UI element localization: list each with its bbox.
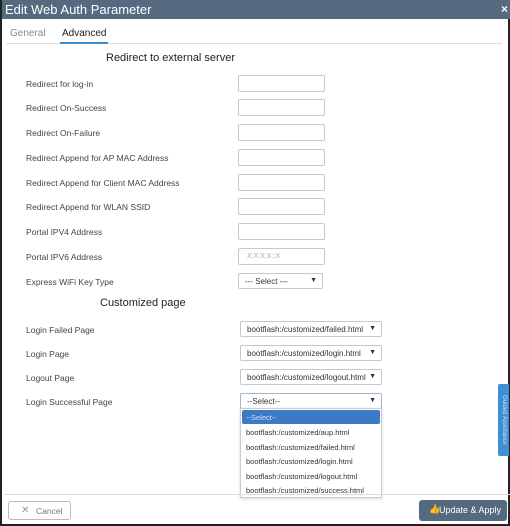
login-failed-page-selected: bootflash:/customized/failed.html: [247, 325, 364, 334]
redirect-wlan-ssid-input[interactable]: [238, 198, 325, 215]
login-page-label: Login Page: [26, 349, 70, 359]
portal-ipv4-label: Portal IPV4 Address: [26, 227, 103, 237]
update-apply-button[interactable]: 👍 Update & Apply: [419, 500, 507, 521]
cancel-button[interactable]: ✕ Cancel: [8, 501, 71, 520]
redirect-login-label: Redirect for log-in: [26, 79, 94, 89]
login-page-selected: bootflash:/customized/login.html: [247, 349, 361, 358]
redirect-client-mac-label: Redirect Append for Client MAC Address: [26, 178, 180, 188]
tab-general[interactable]: General: [10, 28, 46, 39]
dropdown-option-failed[interactable]: bootflash:/customized/failed.html: [242, 440, 380, 454]
logout-page-selected: bootflash:/customized/logout.html: [247, 373, 366, 382]
chevron-down-icon: ▼: [369, 325, 376, 332]
footer-divider: [4, 494, 510, 495]
close-icon: ✕: [21, 505, 30, 516]
dropdown-option-aup[interactable]: bootflash:/customized/aup.html: [242, 425, 380, 439]
portal-ipv6-label: Portal IPV6 Address: [26, 252, 103, 262]
guided-assistance-label: Guided Assistance: [500, 395, 507, 445]
redirect-section-heading: Redirect to external server: [106, 52, 235, 64]
portal-ipv6-input[interactable]: X:X:X:X::X: [238, 248, 325, 265]
redirect-on-success-label: Redirect On-Success: [26, 103, 107, 113]
logout-page-label: Logout Page: [26, 373, 75, 383]
dialog-titlebar: Edit Web Auth Parameter ×: [2, 0, 510, 19]
login-successful-page-selected: --Select--: [247, 397, 280, 406]
login-successful-page-select[interactable]: --Select-- ▼: [240, 393, 382, 409]
dialog-title: Edit Web Auth Parameter: [5, 2, 152, 17]
logout-page-select[interactable]: bootflash:/customized/logout.html ▼: [240, 369, 382, 385]
redirect-ap-mac-label: Redirect Append for AP MAC Address: [26, 153, 169, 163]
dropdown-option-logout[interactable]: bootflash:/customized/logout.html: [242, 469, 380, 483]
express-wifi-key-type-select[interactable]: --- Select --- ▼: [238, 273, 323, 289]
dropdown-option-login[interactable]: bootflash:/customized/login.html: [242, 454, 380, 468]
chevron-down-icon: ▼: [310, 277, 317, 284]
redirect-on-failure-input[interactable]: [238, 124, 325, 141]
redirect-wlan-ssid-label: Redirect Append for WLAN SSID: [26, 202, 151, 212]
express-wifi-key-type-label: Express WiFi Key Type: [26, 277, 114, 287]
close-icon[interactable]: ×: [501, 2, 508, 16]
redirect-on-success-input[interactable]: [238, 99, 325, 116]
redirect-on-failure-label: Redirect On-Failure: [26, 128, 101, 138]
cancel-label: Cancel: [36, 506, 63, 516]
login-page-select[interactable]: bootflash:/customized/login.html ▼: [240, 345, 382, 361]
update-apply-label: Update & Apply: [439, 505, 502, 515]
chevron-down-icon: ▼: [369, 373, 376, 380]
customized-section-heading: Customized page: [100, 297, 186, 309]
redirect-ap-mac-input[interactable]: [238, 149, 325, 166]
express-wifi-selected: --- Select ---: [245, 277, 288, 286]
guided-assistance-tab[interactable]: Guided Assistance: [498, 384, 509, 456]
login-successful-page-label: Login Successful Page: [26, 397, 113, 407]
dropdown-option-select[interactable]: --Select--: [242, 410, 380, 424]
login-failed-page-select[interactable]: bootflash:/customized/failed.html ▼: [240, 321, 382, 337]
login-failed-page-label: Login Failed Page: [26, 325, 95, 335]
portal-ipv4-input[interactable]: [238, 223, 325, 240]
chevron-down-icon: ▼: [369, 349, 376, 356]
redirect-login-input[interactable]: [238, 75, 325, 92]
login-successful-page-dropdown: --Select-- bootflash:/customized/aup.htm…: [240, 408, 382, 498]
redirect-client-mac-input[interactable]: [238, 174, 325, 191]
edit-web-auth-dialog: Edit Web Auth Parameter × General Advanc…: [0, 0, 510, 526]
tab-bar: General Advanced: [6, 19, 502, 44]
chevron-down-icon: ▼: [369, 397, 376, 404]
tab-advanced[interactable]: Advanced: [59, 28, 109, 44]
